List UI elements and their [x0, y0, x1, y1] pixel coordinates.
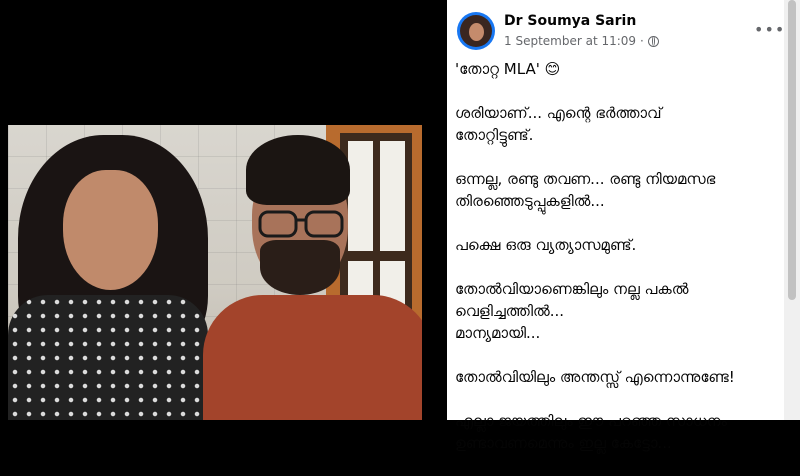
man-figure	[203, 295, 422, 420]
post-timestamp[interactable]: 1 September at 11:09	[504, 34, 636, 48]
author-name[interactable]: Dr Soumya Sarin	[504, 13, 636, 29]
post-line: എല്ലാ ജയത്തിലും ഈ പറഞ്ഞ സാധനം	[455, 412, 727, 430]
post-line: തോറ്റിട്ടുണ്ട്.	[455, 126, 534, 144]
post-line: ഒന്നല്ല, രണ്ടു തവണ... രണ്ടു നിയമസഭ	[455, 170, 716, 188]
post-paragraph: ഒന്നല്ല, രണ്ടു തവണ... രണ്ടു നിയമസഭ തിരഞ്ഞ…	[455, 168, 780, 212]
post-line: വെളിച്ചത്തിൽ...	[455, 302, 565, 320]
post-line: തോൽവിയിലും അന്തസ്സ് എന്നൊന്നുണ്ടേ!	[455, 368, 735, 386]
glasses	[258, 210, 344, 238]
post-line: ശരിയാണ്... എന്റെ ഭർത്താവ്	[455, 104, 662, 122]
post-line: പക്ഷെ ഒരു വ്യത്യാസമുണ്ട്.	[455, 236, 637, 254]
post-paragraph: തോൽവിയിലും അന്തസ്സ് എന്നൊന്നുണ്ടേ!	[455, 366, 780, 388]
post-line: മാന്യമായി...	[455, 324, 541, 342]
scrollbar-thumb[interactable]	[788, 0, 796, 300]
profile-avatar[interactable]	[457, 12, 495, 50]
post-paragraph: തോൽവിയാണെങ്കിലും നല്ല പകൽ വെളിച്ചത്തിൽ...…	[455, 278, 780, 344]
meta-separator: ·	[640, 34, 644, 48]
more-options-icon[interactable]: •••	[754, 20, 785, 39]
video-frame[interactable]	[8, 125, 422, 420]
post-line: തോൽവിയാണെങ്കിലും നല്ല പകൽ	[455, 280, 689, 298]
globe-icon[interactable]	[647, 35, 659, 47]
post-line: ഉണ്ടാവണമെന്നും ഇല്ല കേട്ടോ...	[455, 434, 672, 452]
post-line: 'തോറ്റ MLA' 😊	[455, 60, 561, 78]
post-paragraph: എല്ലാ ജയത്തിലും ഈ പറഞ്ഞ സാധനം ഉണ്ടാവണമെന്…	[455, 410, 780, 454]
post-paragraph: ശരിയാണ്... എന്റെ ഭർത്താവ് തോറ്റിട്ടുണ്ട്.	[455, 102, 780, 146]
post-meta: 1 September at 11:09 ·	[504, 34, 659, 48]
post-paragraph: പക്ഷെ ഒരു വ്യത്യാസമുണ്ട്.	[455, 234, 780, 256]
post-body: 'തോറ്റ MLA' 😊 ശരിയാണ്... എന്റെ ഭർത്താവ് തോ…	[455, 58, 780, 476]
post-paragraph: 'തോറ്റ MLA' 😊	[455, 58, 780, 80]
post-media[interactable]	[0, 0, 447, 420]
post-line: തിരഞ്ഞെടുപ്പുകളിൽ...	[455, 192, 605, 210]
